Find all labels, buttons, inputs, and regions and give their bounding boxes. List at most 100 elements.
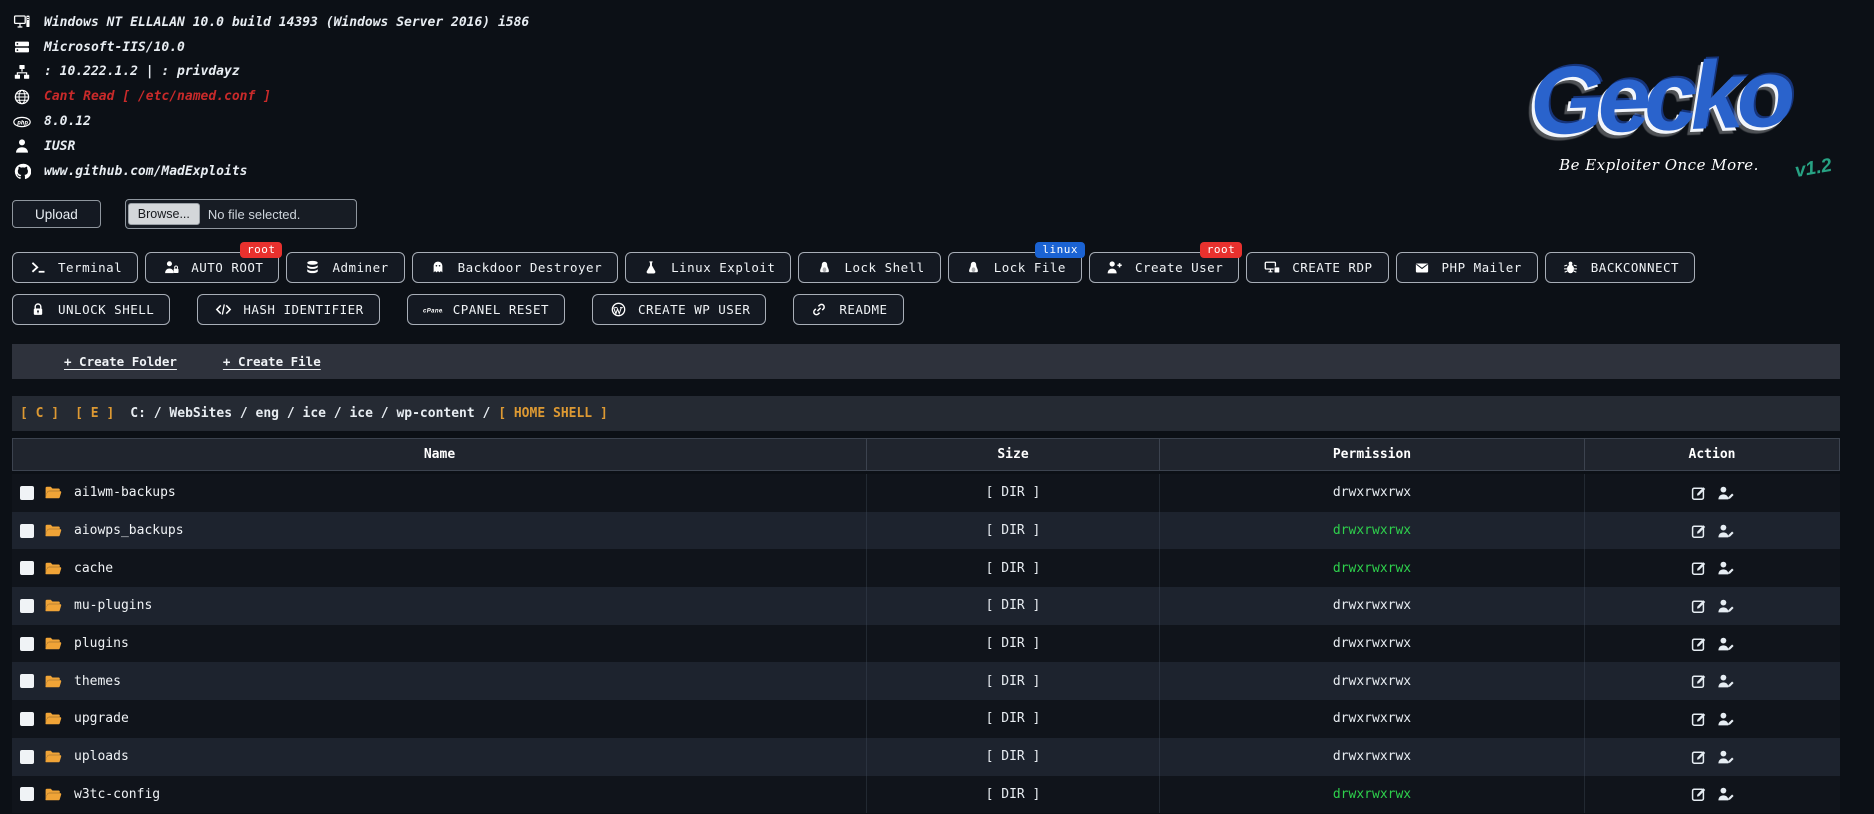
edit-icon[interactable] xyxy=(1691,485,1707,501)
file-table-body: ai1wm-backups[ DIR ]drwxrwxrwxaiowps_bac… xyxy=(12,474,1840,813)
toolbar-button-readme[interactable]: README xyxy=(793,294,903,325)
folder-icon xyxy=(44,484,64,501)
os-info-row: Windows NT ELLALAN 10.0 build 14393 (Win… xyxy=(12,10,529,35)
breadcrumb-segment-ice[interactable]: ice xyxy=(303,406,326,421)
toolbar-button-backdoor-destroyer[interactable]: Backdoor Destroyer xyxy=(412,252,618,283)
permission-value: drwxrwxrwx xyxy=(1333,636,1411,651)
name-cell: mu-plugins xyxy=(12,587,867,625)
drive-e-button[interactable]: [ E ] xyxy=(75,406,114,421)
toolbar-button-create-rdp[interactable]: CREATE RDP xyxy=(1246,252,1388,283)
user-edit-icon[interactable] xyxy=(1717,485,1735,501)
table-row-ai1wm-backups: ai1wm-backups [ DIR ] drwxrwxrwx xyxy=(12,474,1840,512)
cpanel-icon: cPanel xyxy=(423,303,443,317)
row-checkbox[interactable] xyxy=(20,750,34,764)
home-shell-button[interactable]: [ HOME SHELL ] xyxy=(498,406,608,421)
toolbar-button-lock-file[interactable]: Lock Filelinux xyxy=(948,252,1082,283)
edit-icon[interactable] xyxy=(1691,523,1707,539)
toolbar-button-unlock-shell[interactable]: UNLOCK SHELL xyxy=(12,294,170,325)
file-name-link[interactable]: mu-plugins xyxy=(74,598,152,613)
drive-c-button[interactable]: [ C ] xyxy=(20,406,59,421)
breadcrumb: [ C ][ E ]C: / WebSites / eng / ice / ic… xyxy=(12,396,1840,431)
upload-button[interactable]: Upload xyxy=(12,200,101,228)
toolbar-button-lock-shell[interactable]: Lock Shell xyxy=(798,252,940,283)
toolbar-button-cpanel-reset[interactable]: cPanelCPANEL RESET xyxy=(407,294,565,325)
wordpress-icon xyxy=(608,302,628,317)
row-checkbox[interactable] xyxy=(20,561,34,575)
create-file-link[interactable]: + Create File xyxy=(223,354,321,369)
size-cell: [ DIR ] xyxy=(867,474,1160,512)
toolbar-button-adminer[interactable]: Adminer xyxy=(286,252,404,283)
toolbar-button-auto-root[interactable]: AUTO ROOTroot xyxy=(145,252,279,283)
file-input[interactable]: Browse... No file selected. xyxy=(125,199,357,229)
row-checkbox[interactable] xyxy=(20,524,34,538)
file-name-link[interactable]: uploads xyxy=(74,749,129,764)
file-name-link[interactable]: aiowps_backups xyxy=(74,523,184,538)
create-folder-link[interactable]: + Create Folder xyxy=(64,354,177,369)
file-name-link[interactable]: upgrade xyxy=(74,711,129,726)
size-cell: [ DIR ] xyxy=(867,625,1160,663)
row-checkbox[interactable] xyxy=(20,712,34,726)
file-table: Name Size Permission Action ai1wm-backup… xyxy=(12,438,1840,813)
permission-value: drwxrwxrwx xyxy=(1333,485,1411,500)
browse-button[interactable]: Browse... xyxy=(128,203,200,225)
edit-icon[interactable] xyxy=(1691,749,1707,765)
permission-cell: drwxrwxrwx xyxy=(1160,474,1585,512)
toolbar-button-terminal[interactable]: Terminal xyxy=(12,252,138,283)
user-edit-icon[interactable] xyxy=(1717,560,1735,576)
flask-icon xyxy=(641,260,661,275)
user-edit-icon[interactable] xyxy=(1717,711,1735,727)
penguin-icon xyxy=(964,260,984,275)
toolbar-button-label: AUTO ROOT xyxy=(191,260,263,275)
permission-cell: drwxrwxrwx xyxy=(1160,700,1585,738)
toolbar-button-create-wp-user[interactable]: CREATE WP USER xyxy=(592,294,766,325)
size-value: [ DIR ] xyxy=(986,749,1041,764)
breadcrumb-segment-c-[interactable]: C: xyxy=(130,406,146,421)
edit-icon[interactable] xyxy=(1691,598,1707,614)
toolbar-button-label: Backdoor Destroyer xyxy=(458,260,602,275)
size-value: [ DIR ] xyxy=(986,485,1041,500)
row-checkbox[interactable] xyxy=(20,674,34,688)
user-edit-icon[interactable] xyxy=(1717,598,1735,614)
file-name-link[interactable]: themes xyxy=(74,674,121,689)
create-bar: + Create Folder + Create File xyxy=(12,344,1840,379)
file-name-link[interactable]: plugins xyxy=(74,636,129,651)
toolbar-button-label: Adminer xyxy=(332,260,388,275)
user-edit-icon[interactable] xyxy=(1717,523,1735,539)
file-name-link[interactable]: cache xyxy=(74,561,113,576)
github-link-row[interactable]: www.github.com/MadExploits xyxy=(12,159,529,184)
edit-icon[interactable] xyxy=(1691,560,1707,576)
toolbar-button-php-mailer[interactable]: PHP Mailer xyxy=(1396,252,1538,283)
row-checkbox[interactable] xyxy=(20,637,34,651)
edit-icon[interactable] xyxy=(1691,711,1707,727)
row-checkbox[interactable] xyxy=(20,486,34,500)
edit-icon[interactable] xyxy=(1691,673,1707,689)
toolbar-button-linux-exploit[interactable]: Linux Exploit xyxy=(625,252,791,283)
user-edit-icon[interactable] xyxy=(1717,673,1735,689)
edit-icon[interactable] xyxy=(1691,786,1707,802)
table-row-aiowps-backups: aiowps_backups[ DIR ]drwxrwxrwx xyxy=(12,512,1840,550)
size-value: [ DIR ] xyxy=(986,711,1041,726)
user-lock-icon xyxy=(161,260,181,275)
github-link-text: www.github.com/MadExploits xyxy=(44,164,248,179)
folder-icon xyxy=(44,522,64,539)
user-edit-icon[interactable] xyxy=(1717,636,1735,652)
toolbar-button-create-user[interactable]: Create Userroot xyxy=(1089,252,1239,283)
toolbar-button-hash-identifier[interactable]: HASH IDENTIFIER xyxy=(197,294,379,325)
network-info-text: : 10.222.1.2 | : privdayz xyxy=(44,64,240,79)
toolbar-button-label: BACKCONNECT xyxy=(1591,260,1679,275)
breadcrumb-segment-wp-content[interactable]: wp-content xyxy=(396,406,474,421)
file-name-link[interactable]: w3tc-config xyxy=(74,787,160,802)
size-cell: [ DIR ] xyxy=(867,662,1160,700)
file-name-link[interactable]: ai1wm-backups xyxy=(74,485,176,500)
breadcrumb-segment-eng[interactable]: eng xyxy=(256,406,279,421)
row-checkbox[interactable] xyxy=(20,787,34,801)
webserver-info-row: Microsoft-IIS/10.0 xyxy=(12,35,529,60)
user-edit-icon[interactable] xyxy=(1717,786,1735,802)
action-cell xyxy=(1585,549,1840,587)
edit-icon[interactable] xyxy=(1691,636,1707,652)
breadcrumb-segment-websites[interactable]: WebSites xyxy=(169,406,232,421)
breadcrumb-segment-ice[interactable]: ice xyxy=(349,406,372,421)
toolbar-button-backconnect[interactable]: BACKCONNECT xyxy=(1545,252,1695,283)
row-checkbox[interactable] xyxy=(20,599,34,613)
user-edit-icon[interactable] xyxy=(1717,749,1735,765)
